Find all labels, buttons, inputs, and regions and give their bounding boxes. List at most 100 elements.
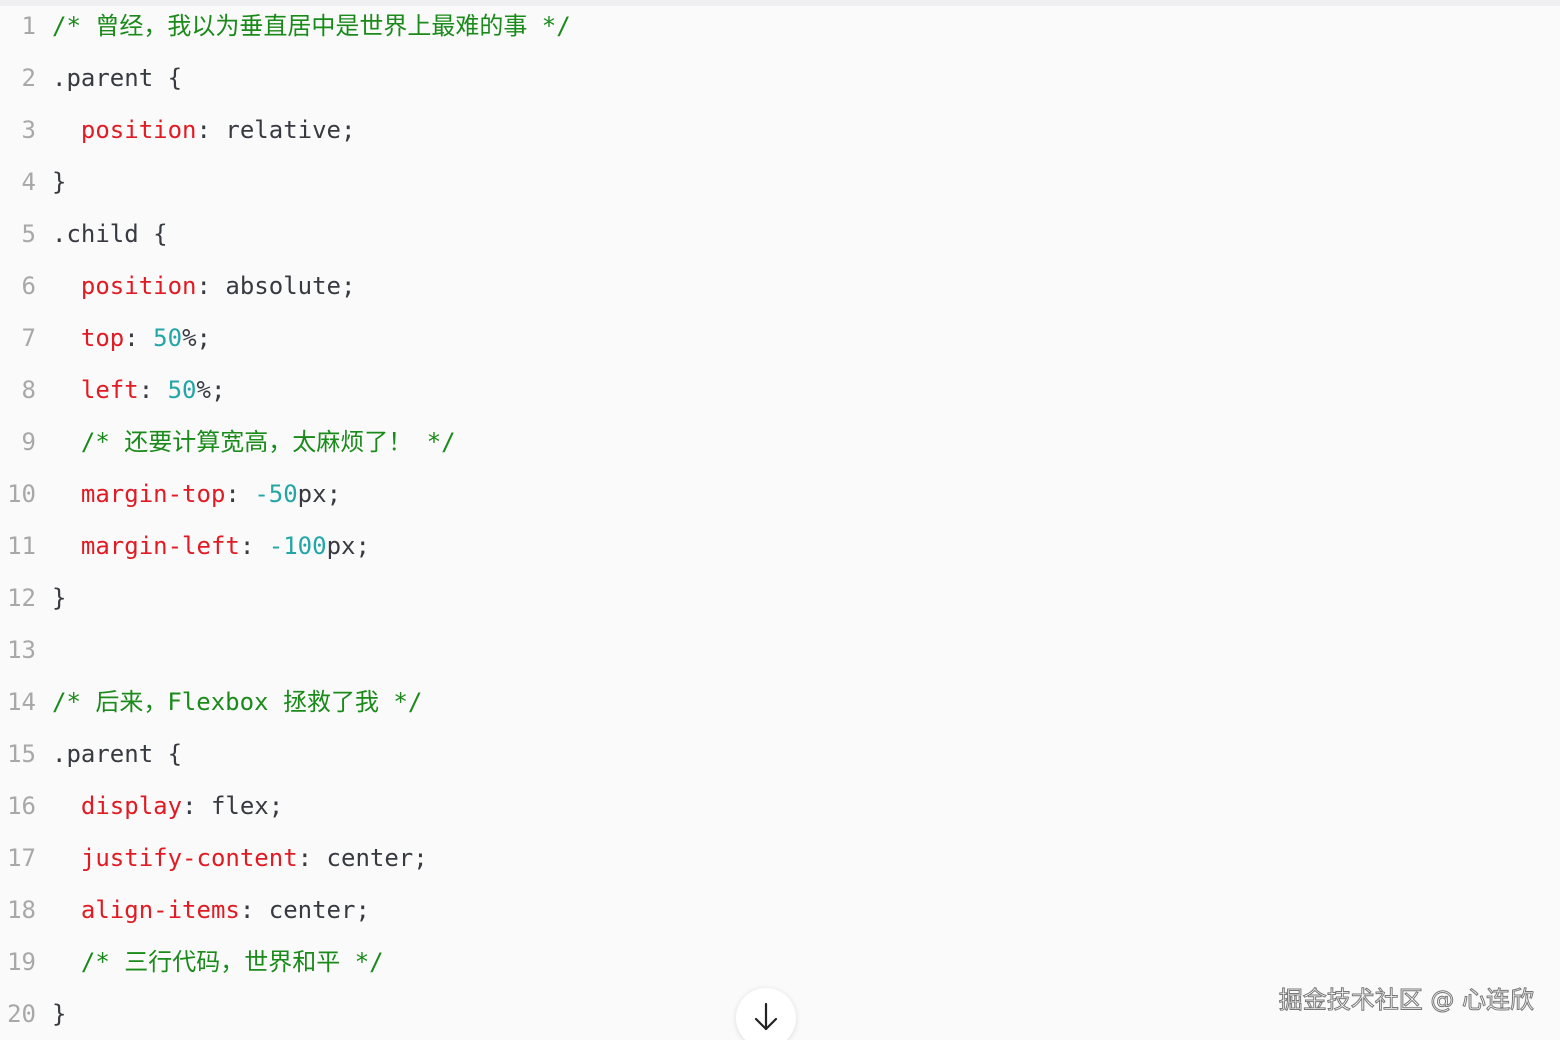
code-line: 17 justify-content: center; xyxy=(0,832,1560,884)
line-number: 7 xyxy=(21,324,36,352)
code-line: 9 /* 还要计算宽高，太麻烦了！ */ xyxy=(0,416,1560,468)
line-number: 9 xyxy=(21,428,36,456)
code-token: left xyxy=(80,376,139,404)
line-number: 13 xyxy=(7,636,36,664)
line-source: top: 50%; xyxy=(52,312,211,364)
code-token: align-items xyxy=(80,896,240,924)
code-token: /* 后来，Flexbox 拯救了我 */ xyxy=(52,688,423,716)
code-token: -50 xyxy=(254,480,298,508)
code-token: } xyxy=(52,584,67,612)
line-number: 11 xyxy=(7,532,36,560)
line-source: /* 后来，Flexbox 拯救了我 */ xyxy=(52,676,422,728)
code-token: } xyxy=(52,1000,67,1028)
code-token: 50 xyxy=(153,324,183,352)
code-token: position xyxy=(80,272,197,300)
code-token: %; xyxy=(182,324,211,352)
line-source: } xyxy=(52,572,66,624)
code-token: 50 xyxy=(167,376,197,404)
code-line: 1 /* 曾经，我以为垂直居中是世界上最难的事 */ xyxy=(0,0,1560,52)
code-token: : xyxy=(239,532,269,560)
line-number: 15 xyxy=(7,740,36,768)
code-token: top xyxy=(80,324,125,352)
code-token: /* 曾经，我以为垂直居中是世界上最难的事 */ xyxy=(52,12,571,40)
code-line: 16 display: flex; xyxy=(0,780,1560,832)
code-token: /* 还要计算宽高，太麻烦了！ */ xyxy=(80,428,456,456)
code-token: } xyxy=(52,168,67,196)
line-number: 5 xyxy=(21,220,36,248)
code-line: 8 left: 50%; xyxy=(0,364,1560,416)
code-line: 4} xyxy=(0,156,1560,208)
line-source: margin-top: -50px; xyxy=(52,468,341,520)
code-token: px; xyxy=(326,532,370,560)
line-source: } xyxy=(52,156,66,208)
line-number: 8 xyxy=(21,376,36,404)
code-line: 13 xyxy=(0,624,1560,676)
line-number: 17 xyxy=(7,844,36,872)
code-token: /* 三行代码，世界和平 */ xyxy=(80,948,384,976)
code-viewer-page: 1 /* 曾经，我以为垂直居中是世界上最难的事 */ 2 .parent { 3 pos… xyxy=(0,0,1560,1040)
code-token: -100 xyxy=(268,532,327,560)
code-token: : xyxy=(138,376,168,404)
code-line: 5 .child { xyxy=(0,208,1560,260)
code-line: 12} xyxy=(0,572,1560,624)
code-line: 7 top: 50%; xyxy=(0,312,1560,364)
line-number: 16 xyxy=(7,792,36,820)
code-line: 11 margin-left: -100px; xyxy=(0,520,1560,572)
code-token: justify-content xyxy=(80,844,298,872)
code-token: margin-left xyxy=(80,532,240,560)
line-source: justify-content: center; xyxy=(52,832,428,884)
line-number: 2 xyxy=(21,64,36,92)
code-line: 18 align-items: center; xyxy=(0,884,1560,936)
code-token: px; xyxy=(297,480,342,508)
line-number: 20 xyxy=(7,1000,36,1028)
line-number: 1 xyxy=(21,12,36,40)
code-token: : xyxy=(124,324,154,352)
code-token: .parent { xyxy=(52,64,183,92)
code-token: : center; xyxy=(239,896,370,924)
line-source: position: relative; xyxy=(52,104,356,156)
code-line: 2 .parent { xyxy=(0,52,1560,104)
code-line: 10 margin-top: -50px; xyxy=(0,468,1560,520)
code-token: : xyxy=(225,480,255,508)
line-source: .child { xyxy=(52,208,168,260)
code-line: 15 .parent { xyxy=(0,728,1560,780)
line-source: position: absolute; xyxy=(52,260,356,312)
line-source: margin-left: -100px; xyxy=(52,520,370,572)
line-source: left: 50%; xyxy=(52,364,226,416)
line-source: .parent { xyxy=(52,52,182,104)
code-token: position xyxy=(80,116,197,144)
code-token: %; xyxy=(196,376,226,404)
line-source: /* 三行代码，世界和平 */ xyxy=(52,936,384,988)
code-line: 6 position: absolute; xyxy=(0,260,1560,312)
code-token: : relative; xyxy=(196,116,356,144)
code-token: .child { xyxy=(52,220,168,248)
line-number: 3 xyxy=(21,116,36,144)
line-source: align-items: center; xyxy=(52,884,370,936)
code-token: : flex; xyxy=(182,792,284,820)
line-source: display: flex; xyxy=(52,780,283,832)
line-number: 18 xyxy=(7,896,36,924)
line-number: 6 xyxy=(21,272,36,300)
watermark: 掘金技术社区 @ 心连欣 xyxy=(1278,986,1534,1015)
line-number: 4 xyxy=(21,168,36,196)
scroll-down-button[interactable] xyxy=(736,988,796,1040)
code-token: : absolute; xyxy=(196,272,356,300)
line-source: } xyxy=(52,988,66,1040)
code-token: : center; xyxy=(297,844,428,872)
code-token: display xyxy=(80,792,183,820)
arrow-down-icon xyxy=(754,1002,778,1031)
line-number: 14 xyxy=(7,688,36,716)
line-number: 12 xyxy=(7,584,36,612)
code-line: 14 /* 后来，Flexbox 拯救了我 */ xyxy=(0,676,1560,728)
line-number: 19 xyxy=(7,948,36,976)
